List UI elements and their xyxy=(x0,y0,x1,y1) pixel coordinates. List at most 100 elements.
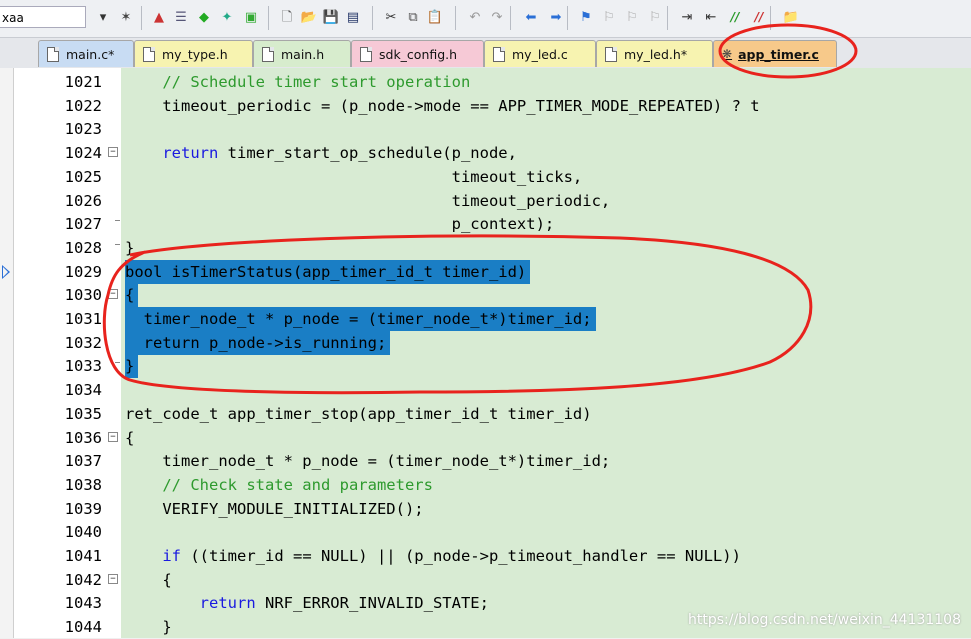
line-number: 1040 xyxy=(64,523,102,542)
unindent-icon[interactable]: ⇤ xyxy=(700,6,722,28)
undo-icon[interactable]: ↶ xyxy=(464,6,486,28)
code-line[interactable]: 1031 timer_node_t * p_node = (timer_node… xyxy=(0,307,971,331)
toolbar-target-input[interactable]: xaa xyxy=(0,6,86,28)
line-number: 1035 xyxy=(64,404,102,423)
code-line[interactable]: 1022 timeout_periodic = (p_node->mode ==… xyxy=(0,94,971,118)
code-line[interactable]: 1026 timeout_periodic, xyxy=(0,189,971,213)
code-line[interactable]: 1033} xyxy=(0,354,971,379)
bookmark-next-icon[interactable]: ⚐ xyxy=(621,6,643,28)
tab-label: my_led.h* xyxy=(624,46,688,62)
toolbar-separator xyxy=(268,6,269,30)
tab-my-led-c[interactable]: my_led.c xyxy=(484,40,596,67)
code-line[interactable]: 1030−{ xyxy=(0,283,971,308)
code-line[interactable]: 1035 ret_code_t app_timer_stop(app_timer_… xyxy=(0,402,971,426)
toolbar-separator xyxy=(567,6,568,30)
code-line[interactable]: 1039 VERIFY_MODULE_INITIALIZED(); xyxy=(0,497,971,521)
save-all-icon[interactable]: ▤ xyxy=(342,6,364,28)
tab-main-h[interactable]: main.h xyxy=(253,40,351,67)
code-line[interactable]: 1038 // Check state and parameters xyxy=(0,473,971,497)
back-icon[interactable]: ⬅ xyxy=(520,6,542,28)
code-text: } xyxy=(125,615,171,639)
find-in-files-icon[interactable]: 📁 xyxy=(780,6,802,28)
fold-toggle-icon[interactable]: − xyxy=(108,573,118,584)
code-token: { xyxy=(125,428,135,447)
save-icon[interactable]: 💾 xyxy=(320,6,342,28)
code-line[interactable]: 1029 bool isTimerStatus(app_timer_id_t ti… xyxy=(0,259,971,284)
code-text: if ((timer_id == NULL) || (p_node->p_tim… xyxy=(125,544,741,568)
code-token: p_context); xyxy=(125,215,555,234)
line-number: 1041 xyxy=(64,547,102,565)
tab-label: sdk_config.h xyxy=(379,46,458,62)
pack-icon[interactable]: ▣ xyxy=(240,6,262,28)
tab-label: main.c* xyxy=(66,46,115,62)
options-icon[interactable]: ✦ xyxy=(216,6,238,28)
code-line[interactable]: 1023 xyxy=(0,117,971,141)
tab-main-c[interactable]: main.c* xyxy=(38,40,134,67)
tab-label: my_type.h xyxy=(162,46,228,62)
code-line[interactable]: 1025 timeout_ticks, xyxy=(0,165,971,189)
new-file-icon[interactable]: 🗋 xyxy=(276,6,298,28)
tab-app-timer-c[interactable]: ❋ app_timer.c xyxy=(713,40,837,67)
code-text: p_context); xyxy=(125,212,555,236)
code-text: timeout_ticks, xyxy=(125,165,583,189)
code-line[interactable]: 1028} xyxy=(0,236,971,260)
code-token: } xyxy=(125,357,135,376)
wizard-icon[interactable]: ✶ xyxy=(115,6,137,28)
target-icon[interactable]: ☰ xyxy=(170,6,192,28)
open-folder-icon[interactable]: 📂 xyxy=(298,6,320,28)
code-line[interactable]: 1037 timer_node_t * p_node = (timer_node… xyxy=(0,449,971,473)
code-token: VERIFY_MODULE_INITIALIZED(); xyxy=(125,499,424,518)
redo-icon[interactable]: ↷ xyxy=(486,6,508,28)
indent-icon[interactable]: ⇥ xyxy=(676,6,698,28)
code-line[interactable]: 1040 xyxy=(0,520,971,544)
code-line[interactable]: 1041 if ((timer_id == NULL) || (p_node->… xyxy=(0,544,971,568)
code-editor[interactable]: 1021 // Schedule timer start operation 10… xyxy=(0,68,971,638)
code-text: return timer_start_op_schedule(p_node, xyxy=(125,141,517,165)
paste-icon[interactable]: 📋 xyxy=(424,6,446,28)
copy-icon[interactable]: ⧉ xyxy=(402,6,424,28)
selected-code-text: bool isTimerStatus(app_timer_id_t timer_… xyxy=(125,259,531,284)
keyword-token: return xyxy=(199,594,256,613)
code-line[interactable]: 1027 p_context); xyxy=(0,212,971,236)
line-number: 1022 xyxy=(64,96,102,115)
cut-icon[interactable]: ✂ xyxy=(380,6,402,28)
tab-my-type-h[interactable]: my_type.h xyxy=(134,40,253,67)
tab-sdk-config-h[interactable]: sdk_config.h xyxy=(351,40,484,67)
main-toolbar: xaa ▾ ✶ ▲ ☰ ◆ ✦ ▣ 🗋 📂 💾 ▤ ✂ ⧉ 📋 ↶ ↷ ⬅ ➡ ⚑ ⚐ ⚐ ⚐ ⇥ ⇤////📁 xyxy=(0,0,971,38)
file-icon xyxy=(143,46,155,62)
build-icon[interactable]: ▲ xyxy=(148,6,170,28)
code-text: VERIFY_MODULE_INITIALIZED(); xyxy=(125,497,424,521)
uncomment-icon[interactable]: // xyxy=(748,6,770,28)
line-number: 1029 xyxy=(64,262,102,281)
editor-tab-strip: main.c* my_type.h main.h sdk_config.h my_led… xyxy=(0,38,971,69)
forward-icon[interactable]: ➡ xyxy=(545,6,567,28)
code-line[interactable]: 1036−{ xyxy=(0,426,971,450)
comment-icon[interactable]: // xyxy=(724,6,746,28)
dropdown-icon[interactable]: ▾ xyxy=(92,6,114,28)
bookmark-icon[interactable]: ⚑ xyxy=(575,6,597,28)
diamond-icon[interactable]: ◆ xyxy=(193,6,215,28)
code-text: { xyxy=(125,568,171,592)
code-line[interactable]: 1034 xyxy=(0,378,971,402)
fold-toggle-icon[interactable]: − xyxy=(108,289,118,300)
file-icon xyxy=(360,46,372,62)
toolbar-separator xyxy=(770,6,771,30)
code-token: timer_start_op_schedule(p_node, xyxy=(218,144,517,163)
code-line[interactable]: 1042− { xyxy=(0,568,971,592)
code-token: timeout_periodic = (p_node->mode == APP_… xyxy=(125,96,760,115)
file-icon xyxy=(262,46,274,62)
fold-toggle-icon[interactable]: − xyxy=(108,147,118,158)
code-line[interactable]: 1021 // Schedule timer start operation xyxy=(0,70,971,94)
line-number: 1039 xyxy=(64,499,102,518)
bookmark-clear-icon[interactable]: ⚐ xyxy=(644,6,666,28)
code-line[interactable]: 1032 return p_node->is_running; xyxy=(0,330,971,355)
tab-my-led-h[interactable]: my_led.h* xyxy=(596,40,713,67)
line-number: 1026 xyxy=(64,191,102,210)
fold-toggle-icon[interactable]: − xyxy=(108,431,118,442)
code-token: NRF_ERROR_INVALID_STATE; xyxy=(255,594,489,613)
bookmark-prev-icon[interactable]: ⚐ xyxy=(598,6,620,28)
code-token: bool isTimerStatus(app_timer_id_t timer_… xyxy=(125,262,527,281)
line-number: 1043 xyxy=(64,594,102,613)
code-line[interactable]: 1024− return timer_start_op_schedule(p_n… xyxy=(0,141,971,165)
